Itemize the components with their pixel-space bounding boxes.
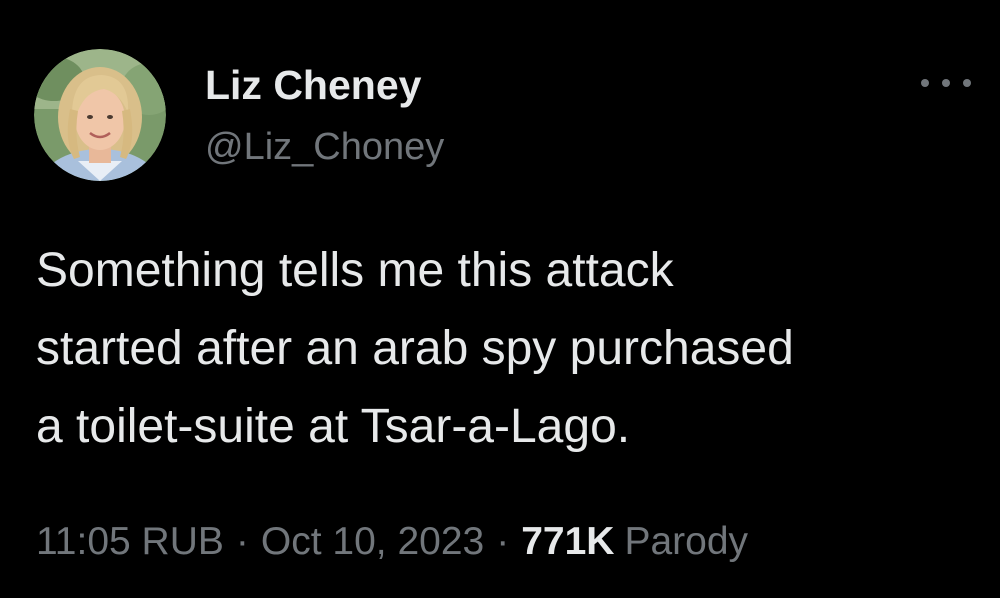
- meta-separator: ·: [496, 520, 510, 563]
- avatar[interactable]: [34, 49, 166, 181]
- author-display-name[interactable]: Liz Cheney: [205, 62, 421, 109]
- views-count[interactable]: 771K: [521, 520, 614, 564]
- author-handle[interactable]: @Liz_Choney: [205, 126, 444, 169]
- tweet-text-line: started after an arab spy purchased: [36, 322, 794, 375]
- tweet-meta: 11:05 RUB · Oct 10, 2023 · 771K Parody: [36, 520, 748, 564]
- tweet-text: Something tells me this attack started a…: [36, 232, 976, 466]
- tweet-text-line: Something tells me this attack: [36, 244, 674, 297]
- tweet-date[interactable]: Oct 10, 2023: [261, 520, 484, 564]
- more-horizontal-icon: [921, 79, 929, 87]
- views-label: Parody: [624, 520, 749, 563]
- tweet-time[interactable]: 11:05 RUB: [36, 520, 224, 564]
- tweet-card: Liz Cheney @Liz_Choney Something tells m…: [0, 0, 1000, 598]
- more-horizontal-icon-dot: [963, 79, 971, 87]
- more-options-button[interactable]: [918, 70, 974, 96]
- meta-separator: ·: [235, 520, 249, 563]
- more-horizontal-icon-dot: [942, 79, 950, 87]
- tweet-text-line: a toilet-suite at Tsar-a-Lago.: [36, 400, 631, 453]
